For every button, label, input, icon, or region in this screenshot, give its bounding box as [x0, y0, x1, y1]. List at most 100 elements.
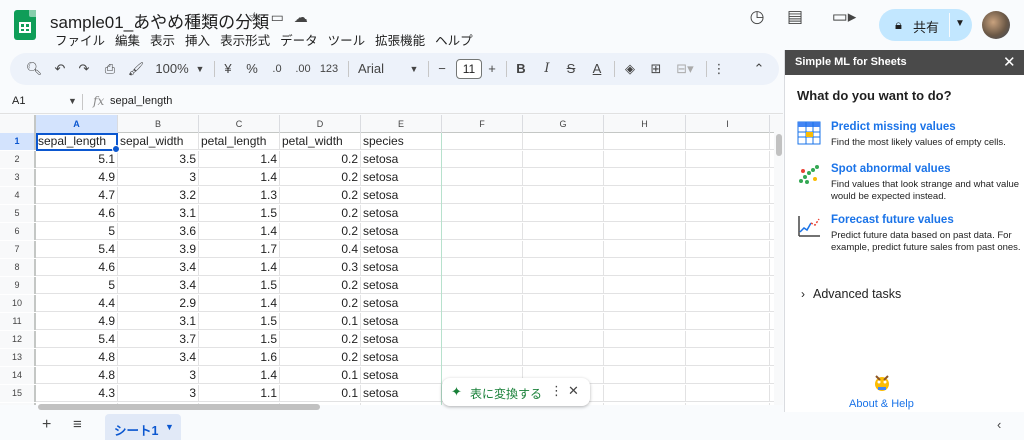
cell[interactable]: [523, 277, 604, 294]
cell[interactable]: 1.4: [199, 367, 280, 384]
cell[interactable]: 1.5: [199, 277, 280, 294]
row-header[interactable]: 9: [0, 277, 36, 294]
cell[interactable]: [686, 295, 770, 312]
redo-icon[interactable]: ↷: [74, 53, 94, 85]
cell[interactable]: setosa: [361, 331, 442, 348]
version-history-icon[interactable]: ◷: [746, 6, 768, 28]
cell[interactable]: [442, 169, 523, 186]
menu-item[interactable]: 表示: [145, 30, 180, 49]
cell[interactable]: [604, 331, 686, 348]
convert-to-table-chip[interactable]: ✦ 表に変換する ⋮ ✕: [442, 378, 590, 406]
menu-item[interactable]: 拡張機能: [370, 30, 430, 49]
cell[interactable]: [686, 349, 770, 366]
row-header[interactable]: 7: [0, 241, 36, 258]
all-sheets-icon[interactable]: ≡: [73, 416, 82, 433]
convert-to-table-label[interactable]: 表に変換する: [470, 385, 542, 402]
cell[interactable]: [442, 313, 523, 330]
cell[interactable]: 4.3: [36, 385, 118, 402]
cell[interactable]: 5: [36, 223, 118, 240]
row-header[interactable]: 12: [0, 331, 36, 348]
cell[interactable]: [604, 187, 686, 204]
cell[interactable]: setosa: [361, 223, 442, 240]
row-header[interactable]: 5: [0, 205, 36, 222]
cell[interactable]: [523, 241, 604, 258]
cell[interactable]: sepal_width: [118, 133, 199, 150]
italic-button[interactable]: I: [538, 53, 556, 85]
cell[interactable]: [686, 385, 770, 402]
cell[interactable]: 1.5: [199, 313, 280, 330]
cell[interactable]: [523, 259, 604, 276]
cell[interactable]: setosa: [361, 313, 442, 330]
column-header-e[interactable]: E: [361, 115, 442, 133]
row-header[interactable]: 4: [0, 187, 36, 204]
menu-item[interactable]: データ: [275, 30, 323, 49]
name-box[interactable]: A1: [12, 95, 25, 107]
cell[interactable]: 1.5: [199, 331, 280, 348]
row-header[interactable]: 1: [0, 133, 36, 150]
cell[interactable]: [686, 313, 770, 330]
cell[interactable]: 3: [118, 385, 199, 402]
cell[interactable]: 0.1: [280, 313, 361, 330]
star-icon[interactable]: ☆: [248, 9, 261, 26]
cell[interactable]: 3.9: [118, 241, 199, 258]
cell[interactable]: 0.2: [280, 205, 361, 222]
cell[interactable]: [686, 151, 770, 168]
cell[interactable]: [686, 133, 770, 150]
paint-format-icon[interactable]: 🖌︎: [126, 53, 146, 85]
cell[interactable]: [686, 367, 770, 384]
cell[interactable]: 0.1: [280, 367, 361, 384]
cell[interactable]: 4.6: [36, 205, 118, 222]
column-header-c[interactable]: C: [199, 115, 280, 133]
cell[interactable]: setosa: [361, 295, 442, 312]
cell[interactable]: 1.3: [199, 187, 280, 204]
cell[interactable]: 3.1: [118, 205, 199, 222]
cell[interactable]: 5.4: [36, 331, 118, 348]
cell[interactable]: [604, 295, 686, 312]
cell[interactable]: [604, 223, 686, 240]
cell[interactable]: [604, 313, 686, 330]
cell[interactable]: [442, 295, 523, 312]
column-header-i[interactable]: I: [686, 115, 770, 133]
cell[interactable]: petal_width: [280, 133, 361, 150]
cell[interactable]: [604, 169, 686, 186]
cell[interactable]: [604, 367, 686, 384]
cell[interactable]: 4.8: [36, 349, 118, 366]
cell[interactable]: setosa: [361, 169, 442, 186]
cell[interactable]: [604, 205, 686, 222]
menu-item[interactable]: ファイル: [50, 30, 110, 49]
row-header[interactable]: 3: [0, 169, 36, 186]
cell[interactable]: [442, 259, 523, 276]
menu-item[interactable]: 編集: [110, 30, 145, 49]
cell[interactable]: 1.4: [199, 295, 280, 312]
zoom-select[interactable]: 100%: [152, 53, 192, 85]
merge-cells-icon[interactable]: ⊟▾: [672, 53, 698, 85]
row-header[interactable]: 16: [0, 403, 36, 405]
share-dropdown-icon[interactable]: ▼: [955, 18, 965, 29]
cell[interactable]: setosa: [361, 349, 442, 366]
cell[interactable]: [686, 403, 770, 405]
cell[interactable]: [523, 331, 604, 348]
row-header[interactable]: 8: [0, 259, 36, 276]
cloud-status-icon[interactable]: ☁: [294, 9, 308, 26]
share-button[interactable]: 🔒︎ 共有 ▼: [879, 9, 972, 41]
cell[interactable]: [442, 277, 523, 294]
font-size-input[interactable]: 11: [456, 59, 482, 79]
cell[interactable]: setosa: [361, 259, 442, 276]
cell[interactable]: 2.9: [118, 295, 199, 312]
row-header[interactable]: 11: [0, 313, 36, 330]
cell[interactable]: 1.7: [199, 241, 280, 258]
cell[interactable]: 1.1: [199, 385, 280, 402]
chip-more-icon[interactable]: ⋮: [550, 383, 563, 399]
cell[interactable]: setosa: [361, 277, 442, 294]
font-select[interactable]: Arial: [356, 53, 412, 85]
fill-color-icon[interactable]: ◈: [620, 53, 640, 85]
sheet-tab-active[interactable]: シート1 ▼: [105, 414, 181, 440]
cell[interactable]: setosa: [361, 403, 442, 405]
cell[interactable]: [523, 349, 604, 366]
cell[interactable]: 0.4: [280, 241, 361, 258]
cell[interactable]: [523, 133, 604, 150]
cell[interactable]: [442, 349, 523, 366]
cell[interactable]: petal_length: [199, 133, 280, 150]
cell[interactable]: 0.2: [280, 295, 361, 312]
add-sheet-icon[interactable]: +: [42, 416, 51, 434]
